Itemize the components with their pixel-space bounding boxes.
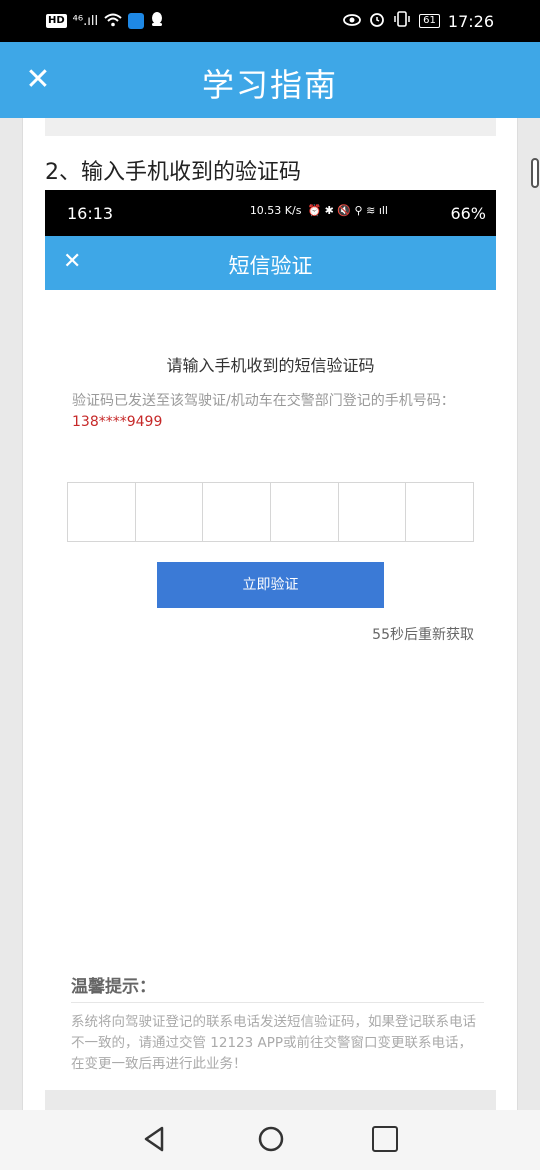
app-bar: ✕ 学习指南 xyxy=(0,42,540,118)
wifi-icon xyxy=(104,12,122,31)
status-icons-glyphs: ⏰ ✱ 🔇 ⚲ ≋ ıll xyxy=(307,204,388,217)
recent-square-icon[interactable] xyxy=(372,1126,398,1152)
resend-countdown: 55秒后重新获取 xyxy=(372,627,474,643)
hd-icon: HD xyxy=(46,14,67,28)
screenshot-title: 短信验证 xyxy=(228,254,313,278)
signal-icon: ⁴⁶.ıll xyxy=(72,13,99,29)
verify-button: 立即验证 xyxy=(157,562,384,608)
sms-info: 验证码已发送至该驾驶证/机动车在交警部门登记的手机号码： xyxy=(72,393,455,409)
guide-screenshot: 16:13 10.53 K/s ⏰ ✱ 🔇 ⚲ ≋ ıll 66% ✕ 短信验证… xyxy=(45,190,496,1110)
eye-icon xyxy=(343,12,362,31)
masked-phone-number: 138****9499 xyxy=(72,414,163,430)
sms-prompt: 请输入手机收到的短信验证码 xyxy=(166,356,375,375)
previous-screenshot-edge xyxy=(45,118,496,136)
code-digit-box xyxy=(135,483,204,541)
tips-title: 温馨提示： xyxy=(71,977,156,997)
screenshot-status-icons: 10.53 K/s ⏰ ✱ 🔇 ⚲ ≋ ıll xyxy=(250,204,388,217)
qq-icon xyxy=(150,11,164,31)
code-digit-box xyxy=(271,483,339,541)
back-triangle-icon[interactable] xyxy=(140,1124,170,1154)
screenshot-title-bar: ✕ 短信验证 xyxy=(45,236,496,290)
vibrate-icon xyxy=(393,11,411,31)
clock-time: 17:26 xyxy=(447,11,494,31)
tips-body: 系统将向驾驶证登记的联系电话发送短信验证码，如果登记联系电话不一致的，请通过交管… xyxy=(71,1014,476,1072)
screenshot-nav-strip xyxy=(45,1090,496,1110)
screenshot-battery: 66% xyxy=(450,204,486,223)
scrollbar-thumb[interactable] xyxy=(531,158,539,188)
code-digit-box xyxy=(203,483,272,541)
code-digit-box xyxy=(68,483,136,541)
tips-divider xyxy=(71,1002,484,1003)
page-title: 学习指南 xyxy=(201,66,338,104)
guide-content: 2、输入手机收到的验证码 16:13 10.53 K/s ⏰ ✱ 🔇 ⚲ ≋ ı… xyxy=(22,118,518,1110)
app-notification-icon xyxy=(128,13,145,29)
code-digit-box xyxy=(406,483,474,541)
screenshot-time: 16:13 xyxy=(67,204,114,223)
alarm-icon xyxy=(369,11,385,31)
home-circle-icon[interactable] xyxy=(256,1124,286,1154)
code-input-group xyxy=(67,482,474,542)
screenshot-status-bar: 16:13 10.53 K/s ⏰ ✱ 🔇 ⚲ ≋ ıll 66% xyxy=(45,190,496,236)
status-bar: HD ⁴⁶.ıll 61 17:26 xyxy=(0,0,540,42)
system-nav-bar xyxy=(0,1110,540,1170)
code-digit-box xyxy=(338,483,407,541)
battery-icon: 61 xyxy=(419,14,440,28)
network-speed: 10.53 K/s xyxy=(249,204,302,217)
step-heading: 2、输入手机收到的验证码 xyxy=(45,160,301,185)
